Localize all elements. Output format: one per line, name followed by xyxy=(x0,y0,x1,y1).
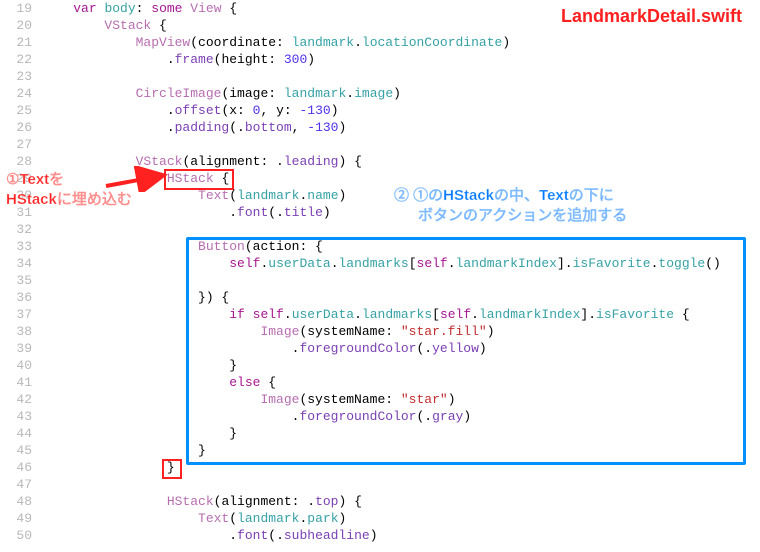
line-number: 35 xyxy=(0,272,42,289)
code-row[interactable]: 31 .font(.title) xyxy=(0,204,760,221)
code-content[interactable]: .font(.subheadline) xyxy=(42,527,760,544)
code-content[interactable] xyxy=(42,272,760,289)
line-number: 22 xyxy=(0,51,42,68)
code-row[interactable]: 28 VStack(alignment: .leading) { xyxy=(0,153,760,170)
code-content[interactable]: .font(.title) xyxy=(42,204,760,221)
code-content[interactable]: self.userData.landmarks[self.landmarkInd… xyxy=(42,255,760,272)
code-row[interactable]: 45 } xyxy=(0,442,760,459)
code-row[interactable]: 34 self.userData.landmarks[self.landmark… xyxy=(0,255,760,272)
code-row[interactable]: 42 Image(systemName: "star") xyxy=(0,391,760,408)
line-number: 47 xyxy=(0,476,42,493)
code-content[interactable]: var body: some View { xyxy=(42,0,760,17)
code-content[interactable]: MapView(coordinate: landmark.locationCoo… xyxy=(42,34,760,51)
code-row[interactable]: 40 } xyxy=(0,357,760,374)
code-content[interactable]: } xyxy=(42,459,760,476)
code-row[interactable]: 20 VStack { xyxy=(0,17,760,34)
code-content[interactable]: HStack { xyxy=(42,170,760,187)
line-number: 49 xyxy=(0,510,42,527)
code-editor: LandmarkDetail.swift ①Textを HStackに埋め込む … xyxy=(0,0,760,544)
code-content[interactable] xyxy=(42,68,760,85)
code-row[interactable]: 25 .offset(x: 0, y: -130) xyxy=(0,102,760,119)
code-content[interactable]: CircleImage(image: landmark.image) xyxy=(42,85,760,102)
code-row[interactable]: 44 } xyxy=(0,425,760,442)
code-content[interactable] xyxy=(42,136,760,153)
code-row[interactable]: 49 Text(landmark.park) xyxy=(0,510,760,527)
line-number: 37 xyxy=(0,306,42,323)
code-row[interactable]: 37 if self.userData.landmarks[self.landm… xyxy=(0,306,760,323)
line-number: 46 xyxy=(0,459,42,476)
code-content[interactable] xyxy=(42,221,760,238)
line-number: 21 xyxy=(0,34,42,51)
code-row[interactable]: 24 CircleImage(image: landmark.image) xyxy=(0,85,760,102)
code-row[interactable]: 22 .frame(height: 300) xyxy=(0,51,760,68)
line-number: 32 xyxy=(0,221,42,238)
code-row[interactable]: 36 }) { xyxy=(0,289,760,306)
code-row[interactable]: 29 HStack { xyxy=(0,170,760,187)
line-number: 36 xyxy=(0,289,42,306)
code-content[interactable]: }) { xyxy=(42,289,760,306)
code-row[interactable]: 27 xyxy=(0,136,760,153)
line-number: 43 xyxy=(0,408,42,425)
code-content[interactable]: .offset(x: 0, y: -130) xyxy=(42,102,760,119)
line-number: 38 xyxy=(0,323,42,340)
line-number: 44 xyxy=(0,425,42,442)
line-number: 34 xyxy=(0,255,42,272)
code-lines: 19 var body: some View {20 VStack {21 Ma… xyxy=(0,0,760,544)
code-content[interactable] xyxy=(42,476,760,493)
code-content[interactable]: VStack { xyxy=(42,17,760,34)
code-content[interactable]: Button(action: { xyxy=(42,238,760,255)
code-content[interactable]: Image(systemName: "star") xyxy=(42,391,760,408)
line-number: 33 xyxy=(0,238,42,255)
line-number: 23 xyxy=(0,68,42,85)
code-content[interactable]: .padding(.bottom, -130) xyxy=(42,119,760,136)
code-content[interactable]: else { xyxy=(42,374,760,391)
code-content[interactable]: } xyxy=(42,442,760,459)
line-number: 50 xyxy=(0,527,42,544)
code-content[interactable]: .frame(height: 300) xyxy=(42,51,760,68)
line-number: 25 xyxy=(0,102,42,119)
code-content[interactable]: HStack(alignment: .top) { xyxy=(42,493,760,510)
code-content[interactable]: Text(landmark.park) xyxy=(42,510,760,527)
line-number: 41 xyxy=(0,374,42,391)
code-content[interactable]: Image(systemName: "star.fill") xyxy=(42,323,760,340)
code-row[interactable]: 32 xyxy=(0,221,760,238)
code-row[interactable]: 41 else { xyxy=(0,374,760,391)
line-number: 42 xyxy=(0,391,42,408)
code-row[interactable]: 23 xyxy=(0,68,760,85)
code-row[interactable]: 50 .font(.subheadline) xyxy=(0,527,760,544)
code-content[interactable]: } xyxy=(42,425,760,442)
line-number: 45 xyxy=(0,442,42,459)
code-content[interactable]: Text(landmark.name) xyxy=(42,187,760,204)
code-row[interactable]: 33 Button(action: { xyxy=(0,238,760,255)
code-row[interactable]: 26 .padding(.bottom, -130) xyxy=(0,119,760,136)
line-number: 24 xyxy=(0,85,42,102)
line-number: 19 xyxy=(0,0,42,17)
code-row[interactable]: 43 .foregroundColor(.gray) xyxy=(0,408,760,425)
code-row[interactable]: 35 xyxy=(0,272,760,289)
line-number: 26 xyxy=(0,119,42,136)
line-number: 39 xyxy=(0,340,42,357)
code-content[interactable]: VStack(alignment: .leading) { xyxy=(42,153,760,170)
code-content[interactable]: .foregroundColor(.gray) xyxy=(42,408,760,425)
code-row[interactable]: 47 xyxy=(0,476,760,493)
line-number: 48 xyxy=(0,493,42,510)
line-number: 40 xyxy=(0,357,42,374)
code-row[interactable]: 19 var body: some View { xyxy=(0,0,760,17)
code-row[interactable]: 46 } xyxy=(0,459,760,476)
code-row[interactable]: 38 Image(systemName: "star.fill") xyxy=(0,323,760,340)
line-number: 27 xyxy=(0,136,42,153)
code-content[interactable]: .foregroundColor(.yellow) xyxy=(42,340,760,357)
code-row[interactable]: 30 Text(landmark.name) xyxy=(0,187,760,204)
code-row[interactable]: 21 MapView(coordinate: landmark.location… xyxy=(0,34,760,51)
code-content[interactable]: } xyxy=(42,357,760,374)
code-content[interactable]: if self.userData.landmarks[self.landmark… xyxy=(42,306,760,323)
line-number: 20 xyxy=(0,17,42,34)
code-row[interactable]: 48 HStack(alignment: .top) { xyxy=(0,493,760,510)
code-row[interactable]: 39 .foregroundColor(.yellow) xyxy=(0,340,760,357)
